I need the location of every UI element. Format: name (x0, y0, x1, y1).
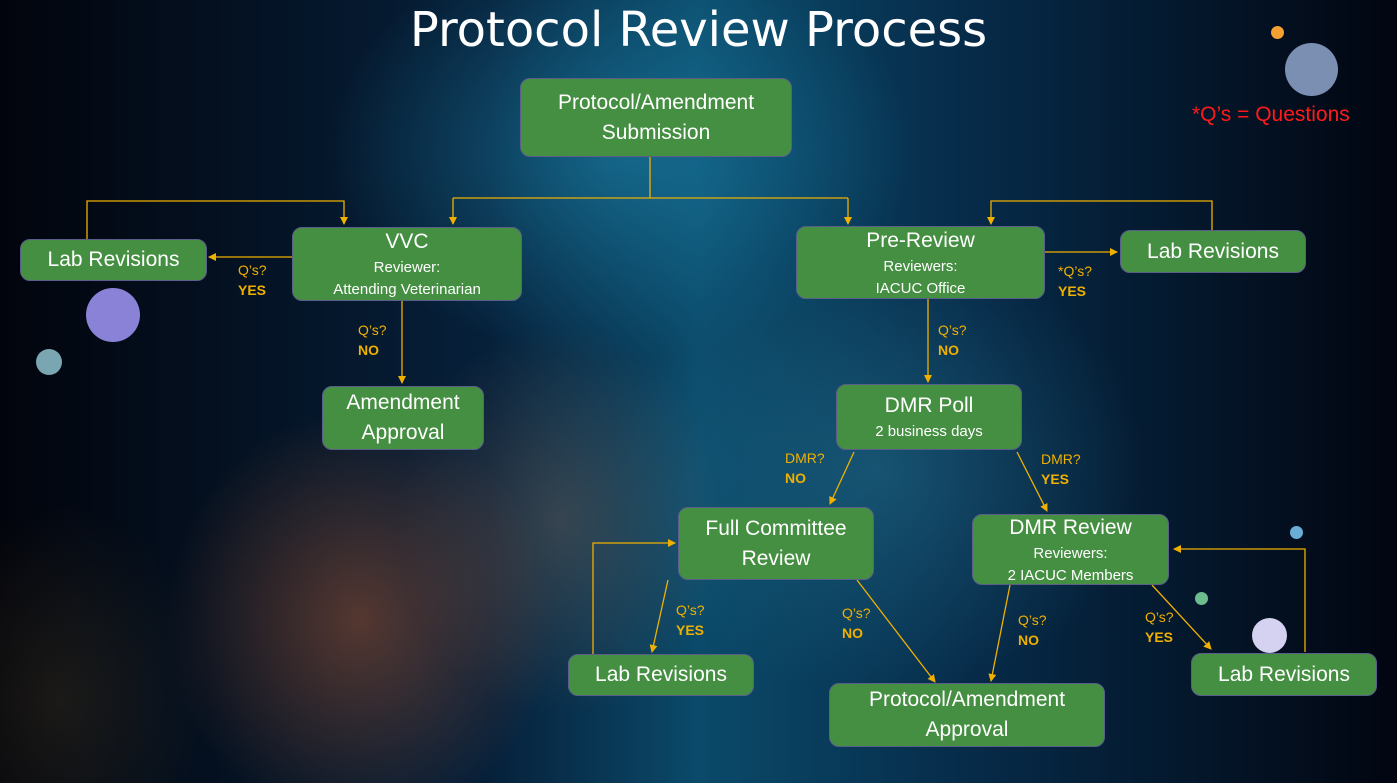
label-question: DMR? (1041, 451, 1081, 467)
label-answer: YES (1041, 471, 1070, 487)
node-lab-revisions-left: Lab Revisions (20, 239, 207, 281)
label-answer: YES (1058, 283, 1087, 299)
label-answer: YES (238, 282, 267, 298)
label-question: DMR? (785, 450, 825, 466)
node-subtitle-line2: Attending Veterinarian (333, 281, 481, 298)
link-dmrpoll-to-fc (829, 451, 855, 505)
link-fc-to-lab-fc (649, 579, 669, 653)
node-title-line2: Review (741, 546, 811, 570)
node-full-committee: Full Committee Review (678, 507, 874, 580)
label-answer: YES (1145, 629, 1174, 645)
node-title: Lab Revisions (595, 663, 727, 686)
node-title: VVC (385, 230, 429, 253)
label-question: Q’s? (358, 322, 387, 338)
node-title: Protocol/Amendment (868, 688, 1066, 711)
node-subtitle: Reviewers: (1033, 544, 1108, 562)
label-question: Q’s? (238, 262, 267, 278)
node-subtitle: 2 business days (875, 423, 983, 440)
label-question: Q’s? (842, 605, 871, 621)
label-vvc-yes: Q’s? YES (238, 260, 267, 300)
node-title-line2: Submission (601, 120, 711, 144)
node-subtitle: Reviewers: (883, 257, 958, 275)
label-answer: NO (785, 470, 806, 486)
node-title: Lab Revisions (1218, 662, 1350, 686)
label-question: Q’s? (676, 602, 705, 618)
label-answer: NO (938, 342, 959, 358)
node-lab-revisions-fc: Lab Revisions (568, 654, 754, 696)
node-dmr-poll: DMR Poll 2 business days (836, 384, 1022, 450)
page-title: Protocol Review Process (409, 2, 988, 58)
label-answer: NO (358, 342, 379, 358)
label-answer: NO (842, 625, 863, 641)
node-title: Full Committee (705, 516, 847, 540)
node-title: DMR Review (1009, 515, 1132, 539)
label-fc-yes: Q’s? YES (676, 600, 705, 640)
label-question: Q’s? (1018, 612, 1047, 628)
label-pre-yes: *Q’s? YES (1058, 261, 1092, 301)
legend-note: *Q’s = Questions (1192, 103, 1350, 126)
node-subtitle-line2: IACUC Office (875, 279, 966, 297)
label-pre-no: Q’s? NO (938, 320, 967, 360)
node-amendment-approval: Amendment Approval (322, 386, 484, 450)
node-subtitle-line2: 2 IACUC Members (1007, 566, 1134, 584)
node-lab-revisions-right: Lab Revisions (1120, 230, 1306, 273)
link-dmrr-to-final (988, 584, 1011, 682)
node-vvc: VVC Reviewer: Attending Veterinarian (292, 227, 522, 301)
node-title: Amendment (346, 391, 460, 414)
node-title-line2: Approval (925, 718, 1009, 741)
node-dmr-review: DMR Review Reviewers: 2 IACUC Members (972, 514, 1169, 585)
label-question: Q’s? (1145, 609, 1174, 625)
label-question: Q’s? (938, 322, 967, 338)
node-submission: Protocol/Amendment Submission (520, 78, 792, 157)
label-fc-no: Q’s? NO (842, 603, 871, 643)
node-title: Pre-Review (866, 228, 975, 252)
link-submission-split (453, 157, 848, 199)
label-dmr-yes: DMR? YES (1041, 449, 1081, 489)
node-pre-review: Pre-Review Reviewers: IACUC Office (796, 226, 1045, 299)
link-lab-dmr-to-dmrr (1173, 545, 1306, 652)
label-vvc-no: Q’s? NO (358, 320, 387, 360)
node-subtitle: Reviewer: (373, 259, 441, 276)
node-title: Lab Revisions (47, 248, 180, 271)
label-answer: YES (676, 622, 705, 638)
node-final-approval: Protocol/Amendment Approval (829, 683, 1105, 747)
node-title-line2: Approval (361, 421, 445, 444)
node-lab-revisions-dmr: Lab Revisions (1191, 653, 1377, 696)
label-question: *Q’s? (1058, 263, 1092, 279)
link-lab-fc-to-fc (592, 539, 676, 654)
node-title: Lab Revisions (1147, 239, 1279, 263)
label-dmrr-yes: Q’s? YES (1145, 607, 1174, 647)
label-answer: NO (1018, 632, 1039, 648)
node-title: DMR Poll (884, 394, 974, 417)
label-dmrr-no: Q’s? NO (1018, 610, 1047, 650)
label-dmr-no: DMR? NO (785, 448, 825, 488)
node-title: Protocol/Amendment (557, 90, 755, 114)
